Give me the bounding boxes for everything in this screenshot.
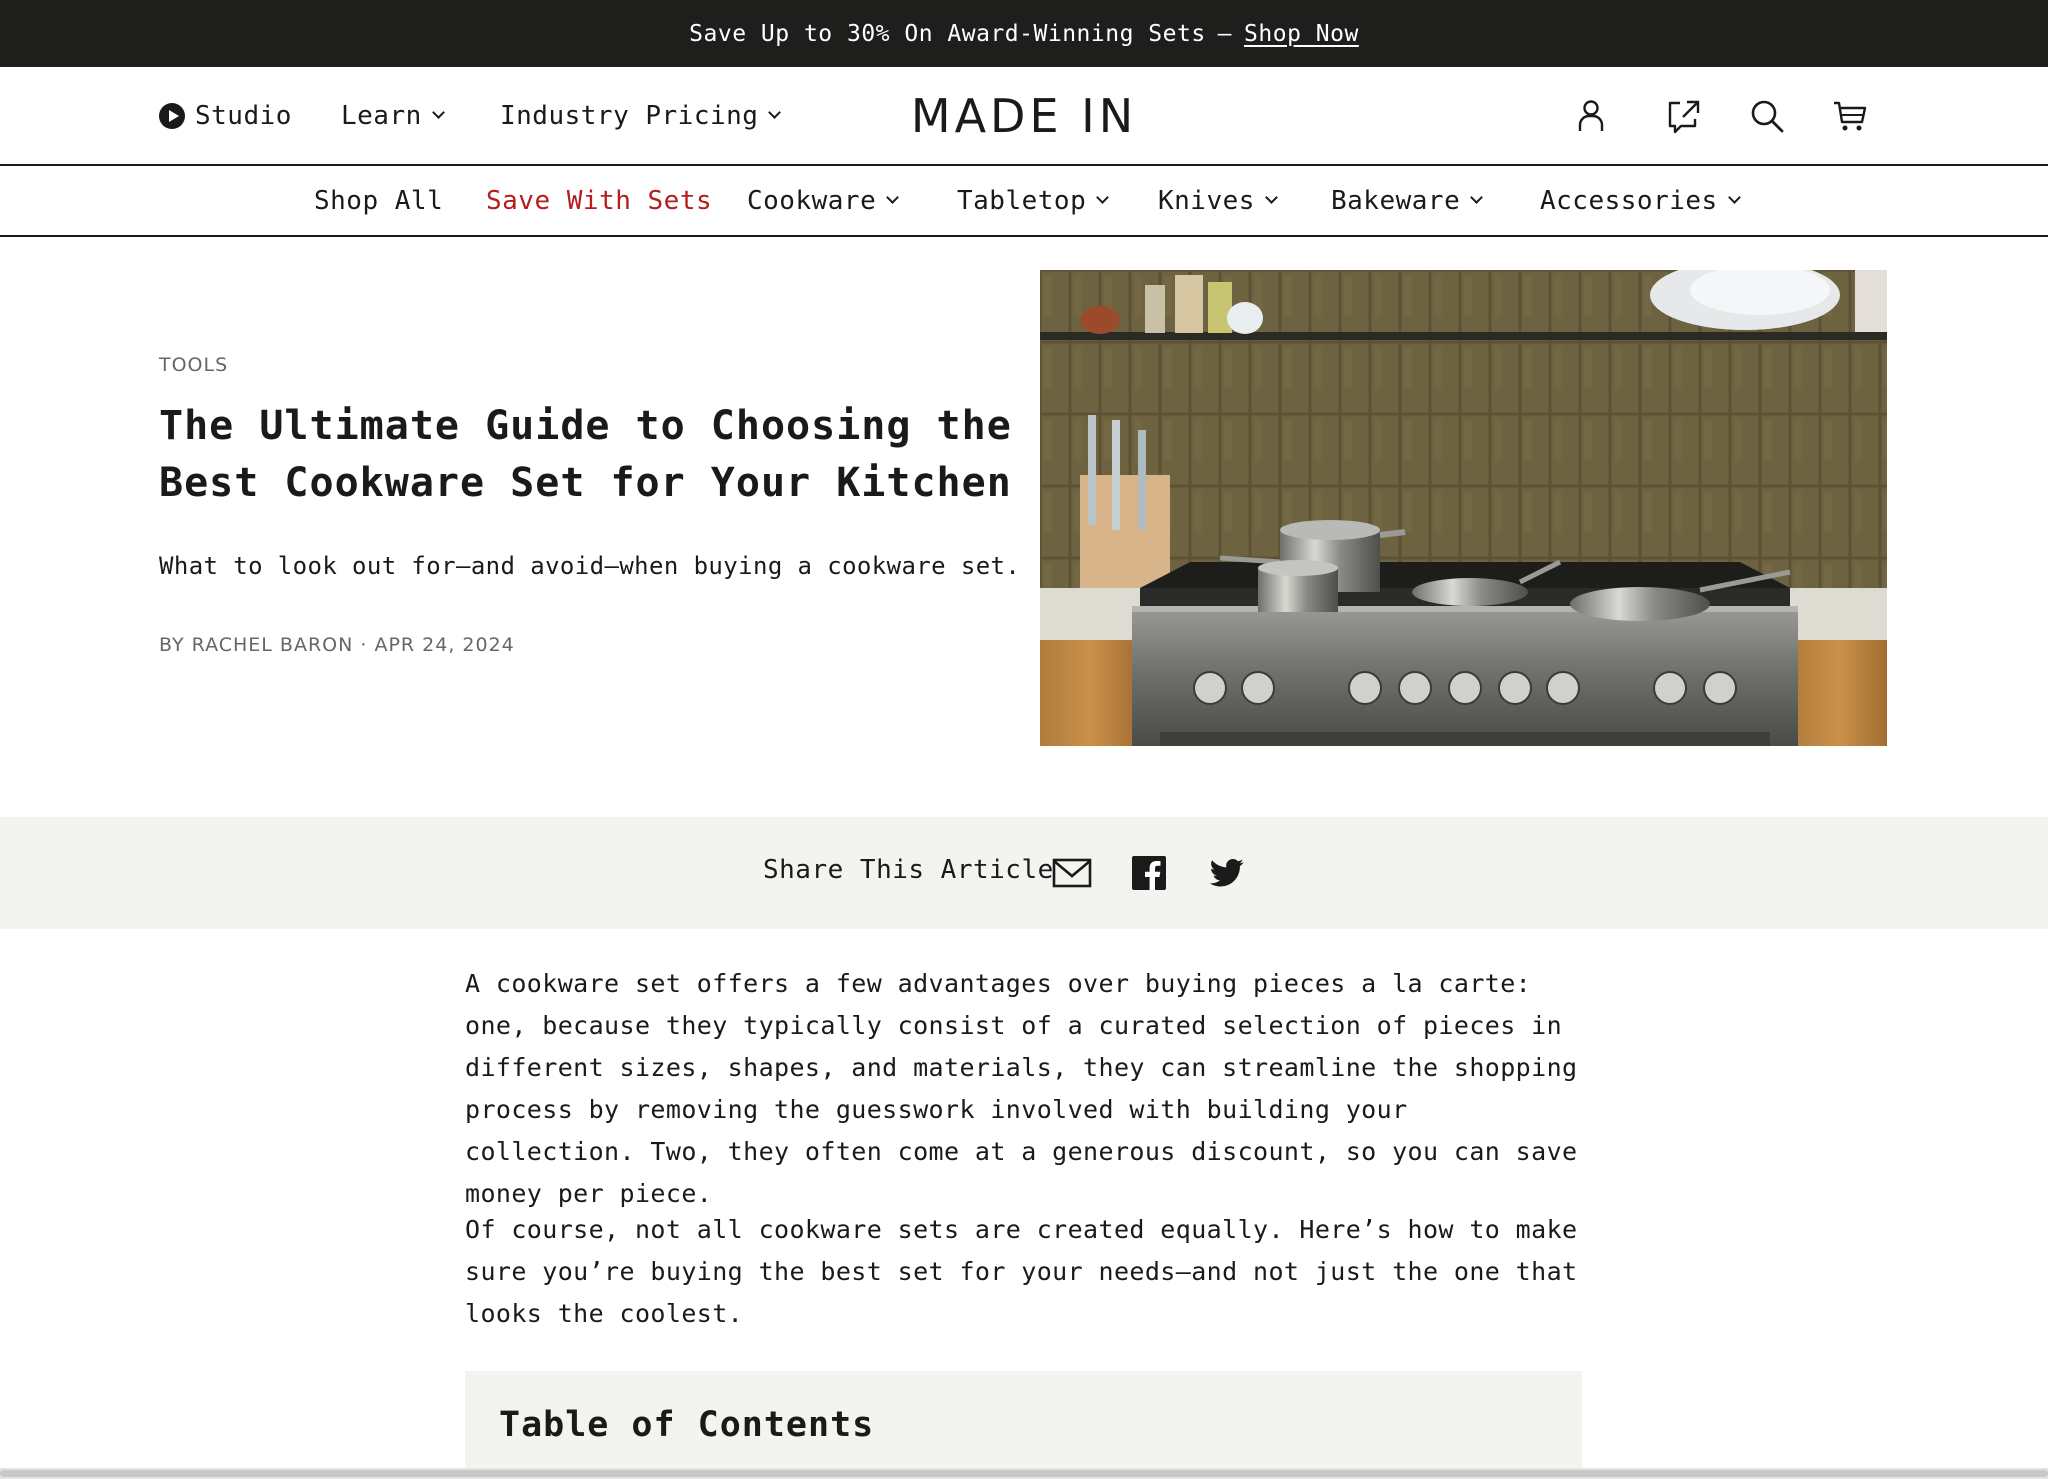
cat-bakeware[interactable]: Bakeware [1331, 166, 1484, 235]
cat-cookware-label: Cookware [747, 185, 877, 216]
cart-icon[interactable] [1831, 97, 1869, 135]
hero-image [1040, 270, 1887, 746]
cat-knives[interactable]: Knives [1158, 166, 1278, 235]
cat-save-with-sets-label: Save With Sets [486, 185, 713, 216]
category-nav: Shop All Save With Sets Cookware Tableto… [0, 166, 2048, 237]
logo-container: MADE IN [0, 89, 2048, 143]
cat-accessories-label: Accessories [1540, 185, 1718, 216]
cat-tabletop[interactable]: Tabletop [957, 166, 1110, 235]
chevron-down-icon [886, 191, 900, 204]
cat-knives-label: Knives [1158, 185, 1255, 216]
nav-studio[interactable]: Studio [159, 67, 292, 164]
horizontal-scrollbar[interactable] [0, 1468, 2048, 1479]
chevron-down-icon [431, 106, 445, 119]
cat-shop-all[interactable]: Shop All [314, 166, 443, 235]
cat-save-with-sets[interactable]: Save With Sets [486, 166, 712, 235]
cat-bakeware-label: Bakeware [1331, 185, 1461, 216]
nav-learn-label: Learn [341, 100, 422, 131]
site-logo[interactable]: MADE IN [911, 89, 1137, 143]
nav-studio-label: Studio [195, 100, 292, 131]
share-label: Share This Article [763, 855, 1054, 885]
article-byline: BY RACHEL BARON · APR 24, 2024 [159, 634, 515, 656]
chevron-down-icon [768, 106, 782, 119]
article-paragraph: Of course, not all cookware sets are cre… [465, 1215, 1578, 1328]
cat-shop-all-label: Shop All [314, 185, 444, 216]
facebook-icon[interactable] [1132, 856, 1166, 890]
play-icon [159, 102, 185, 129]
cat-accessories[interactable]: Accessories [1540, 166, 1741, 235]
article-category[interactable]: TOOLS [159, 354, 228, 376]
share-external-icon[interactable] [1665, 97, 1703, 135]
article-subtitle: What to look out for—and avoid—when buyi… [159, 552, 1021, 580]
promo-text: Save Up to 30% On Award-Winning Sets [689, 20, 1206, 47]
chevron-down-icon [1096, 191, 1110, 204]
email-icon[interactable] [1052, 857, 1092, 889]
chevron-down-icon [1265, 191, 1278, 204]
search-icon[interactable] [1748, 97, 1786, 135]
nav-industry-pricing-label: Industry Pricing [500, 100, 759, 131]
share-bar: Share This Article [0, 817, 2048, 929]
user-icon[interactable] [1572, 97, 1610, 135]
chevron-down-icon [1727, 191, 1741, 204]
article-paragraph: A cookware set offers a few advantages o… [465, 969, 1578, 1208]
article-title: The Ultimate Guide to Choosing the Best … [159, 403, 1012, 506]
nav-industry-pricing[interactable]: Industry Pricing [500, 67, 782, 164]
toc-title: Table of Contents [499, 1405, 875, 1445]
twitter-icon[interactable] [1210, 858, 1244, 888]
shop-now-link[interactable]: Shop Now [1244, 21, 1359, 47]
scrollbar-thumb[interactable] [0, 1470, 2048, 1477]
chevron-down-icon [1470, 191, 1484, 204]
nav-learn[interactable]: Learn [341, 67, 445, 164]
cat-tabletop-label: Tabletop [957, 185, 1087, 216]
table-of-contents: Table of Contents [465, 1371, 1582, 1479]
promo-banner: Save Up to 30% On Award-Winning Sets — S… [0, 0, 2048, 67]
site-header: Studio Learn Industry Pricing MADE IN [0, 67, 2048, 166]
promo-separator: — [1217, 20, 1233, 47]
cat-cookware[interactable]: Cookware [747, 166, 900, 235]
